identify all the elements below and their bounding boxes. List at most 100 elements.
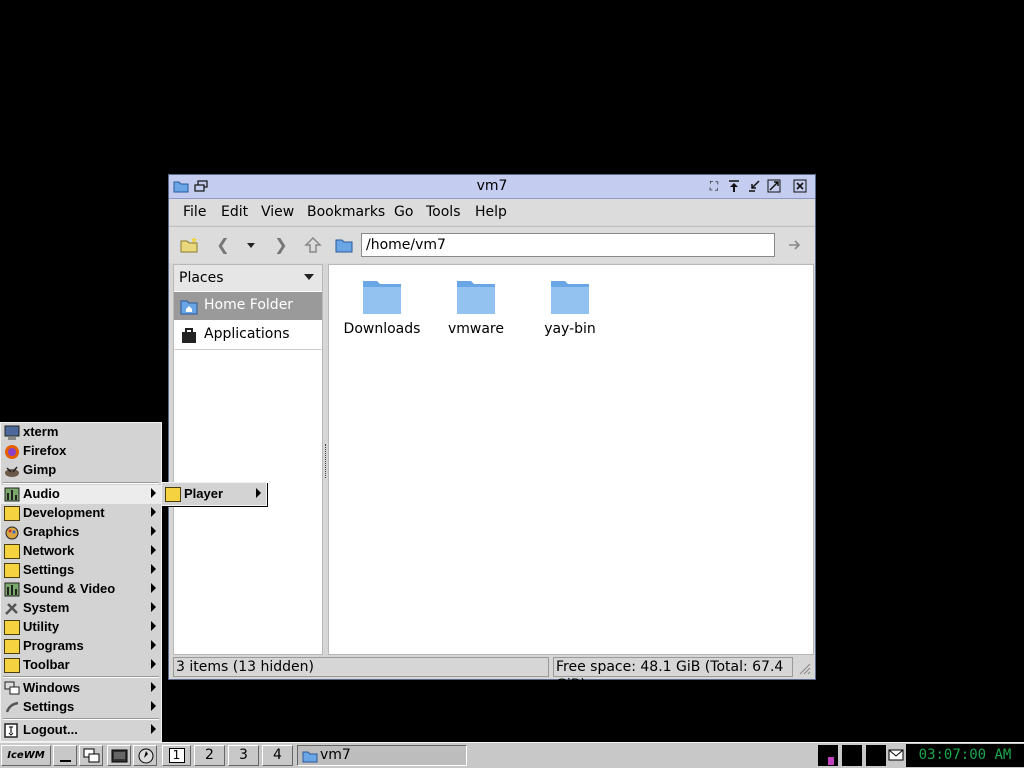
menu-item-development[interactable]: Development bbox=[1, 504, 161, 523]
menu-item-windows[interactable]: Windows bbox=[1, 679, 161, 698]
forward-icon[interactable]: ❯ bbox=[271, 235, 291, 255]
terminal-launcher-icon[interactable] bbox=[107, 745, 131, 766]
menu-bar: File Edit View Bookmarks Go Tools Help bbox=[169, 199, 815, 225]
menu-bookmarks[interactable]: Bookmarks bbox=[307, 204, 385, 220]
windows-icon bbox=[4, 681, 20, 695]
location-bar[interactable]: /home/vm7 bbox=[361, 233, 775, 257]
menu-item-label: Firefox bbox=[23, 443, 67, 458]
menu-item-label: Network bbox=[23, 543, 75, 558]
menu-file[interactable]: File bbox=[183, 204, 206, 220]
mail-icon[interactable] bbox=[888, 748, 904, 762]
file-item[interactable]: Downloads bbox=[337, 275, 427, 337]
menu-item-firefox[interactable]: Firefox bbox=[1, 442, 161, 461]
resize-grip-icon[interactable] bbox=[797, 661, 811, 675]
gimp-icon bbox=[5, 466, 19, 477]
menu-item-label: Programs bbox=[23, 638, 84, 653]
chevron-down-icon[interactable] bbox=[304, 274, 314, 280]
places-header[interactable]: Places bbox=[174, 265, 322, 291]
places-sidebar: Places Home Folder Applications bbox=[173, 264, 323, 655]
menu-view[interactable]: View bbox=[261, 204, 294, 220]
clock[interactable]: 03:07:00 AM bbox=[906, 744, 1024, 767]
splitter-grip[interactable] bbox=[325, 444, 327, 478]
workspace-1[interactable]: 1 bbox=[162, 745, 191, 766]
menu-item-label: Graphics bbox=[23, 524, 80, 539]
fullscreen-icon[interactable]: ⛶ bbox=[707, 179, 721, 193]
title-bar[interactable]: vm7 ⛶ bbox=[169, 175, 815, 199]
window-list-icon[interactable] bbox=[79, 745, 103, 766]
cpu-monitor[interactable] bbox=[818, 745, 838, 766]
go-icon[interactable] bbox=[785, 235, 805, 255]
home-folder-icon bbox=[180, 300, 198, 315]
menu-item-settings[interactable]: Settings bbox=[1, 698, 161, 717]
menu-item-sound-video[interactable]: Sound & Video bbox=[1, 580, 161, 599]
menu-item-audio[interactable]: Audio bbox=[1, 485, 161, 504]
workspace-3[interactable]: 3 bbox=[228, 745, 259, 766]
menu-item-graphics[interactable]: Graphics bbox=[1, 523, 161, 542]
menu-item-settings-category[interactable]: Settings bbox=[1, 561, 161, 580]
sidebar-item-home[interactable]: Home Folder bbox=[174, 292, 322, 320]
sidebar-item-label: Home Folder bbox=[204, 297, 294, 313]
rollup-icon[interactable] bbox=[727, 179, 741, 193]
workspace-2[interactable]: 2 bbox=[194, 745, 225, 766]
network-monitor[interactable] bbox=[842, 745, 862, 766]
submenu-arrow-icon bbox=[151, 545, 156, 555]
submenu-arrow-icon bbox=[151, 583, 156, 593]
menu-item-label: Toolbar bbox=[23, 657, 70, 672]
menu-item-toolbar[interactable]: Toolbar bbox=[1, 656, 161, 675]
status-bar: 3 items (13 hidden) Free space: 48.1 GiB… bbox=[169, 655, 815, 693]
menu-item-utility[interactable]: Utility bbox=[1, 618, 161, 637]
maximize-icon[interactable] bbox=[767, 179, 781, 193]
show-desktop-icon[interactable] bbox=[53, 745, 77, 766]
menu-item-gimp[interactable]: Gimp bbox=[1, 461, 161, 480]
menu-item-label: Audio bbox=[23, 486, 60, 501]
menu-go[interactable]: Go bbox=[394, 204, 413, 220]
folder-icon bbox=[302, 751, 318, 763]
toolbar: ❮ ❯ /home/vm7 bbox=[169, 226, 815, 263]
menu-item-xterm[interactable]: xterm bbox=[1, 423, 161, 442]
folder-icon bbox=[550, 275, 590, 315]
menu-separator bbox=[3, 482, 159, 484]
graphics-icon bbox=[5, 526, 19, 540]
menu-item-system[interactable]: System bbox=[1, 599, 161, 618]
folder-icon bbox=[4, 563, 20, 578]
menu-item-label: Player bbox=[184, 486, 224, 501]
submenu-arrow-icon bbox=[151, 488, 156, 498]
submenu-arrow-icon bbox=[151, 507, 156, 517]
sidebar-item-applications[interactable]: Applications bbox=[174, 321, 322, 350]
logout-icon bbox=[4, 723, 18, 738]
folder-icon bbox=[4, 658, 20, 673]
location-folder-icon[interactable] bbox=[334, 235, 354, 255]
file-name: vmware bbox=[447, 321, 504, 337]
start-button[interactable]: IceWM bbox=[1, 745, 51, 766]
terminal-icon bbox=[4, 425, 20, 440]
file-name: yay-bin bbox=[544, 321, 596, 337]
menu-help[interactable]: Help bbox=[475, 204, 507, 220]
sidebar-item-label: Applications bbox=[204, 326, 290, 342]
folder-icon bbox=[4, 639, 20, 654]
workspace-4[interactable]: 4 bbox=[262, 745, 293, 766]
submenu-arrow-icon bbox=[151, 682, 156, 692]
memory-monitor[interactable] bbox=[866, 745, 886, 766]
menu-item-label: Gimp bbox=[23, 462, 57, 477]
history-dropdown-icon[interactable] bbox=[241, 235, 261, 255]
close-icon[interactable] bbox=[793, 179, 807, 193]
submenu-arrow-icon bbox=[256, 488, 261, 498]
menu-tools[interactable]: Tools bbox=[426, 204, 461, 220]
file-item[interactable]: vmware bbox=[431, 275, 521, 337]
browser-launcher-icon[interactable] bbox=[133, 745, 157, 766]
menu-item-programs[interactable]: Programs bbox=[1, 637, 161, 656]
back-icon[interactable]: ❮ bbox=[213, 235, 233, 255]
new-tab-icon[interactable] bbox=[179, 235, 199, 255]
menu-item-network[interactable]: Network bbox=[1, 542, 161, 561]
file-name: Downloads bbox=[343, 321, 421, 337]
menu-item-player[interactable]: Player bbox=[162, 485, 266, 504]
up-icon[interactable] bbox=[303, 235, 323, 255]
menu-item-logout[interactable]: Logout... bbox=[1, 721, 161, 740]
file-item[interactable]: yay-bin bbox=[525, 275, 615, 337]
menu-item-label: System bbox=[23, 600, 70, 615]
minimize-icon[interactable] bbox=[747, 179, 761, 193]
workspace-label: 1 bbox=[168, 748, 185, 763]
task-button-vm7[interactable]: vm7 bbox=[297, 745, 467, 766]
audio-submenu: Player bbox=[161, 482, 267, 506]
menu-edit[interactable]: Edit bbox=[221, 204, 248, 220]
